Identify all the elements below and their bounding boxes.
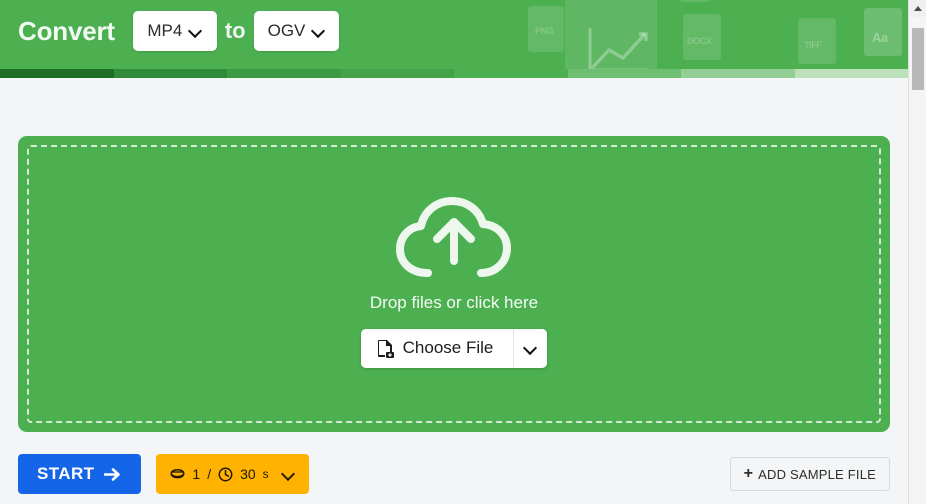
dropzone-message: Drop files or click here [369,292,539,312]
step-segment [567,69,681,78]
step-segment [681,69,795,78]
file-drop-card: Drop files or click here Choose File [18,136,890,432]
target-format-label: OGV [267,21,306,40]
duration-value: 30 [240,466,256,482]
start-button-label: START [37,464,95,483]
cloud-upload-icon [396,196,511,277]
source-format-select[interactable]: MP4 [132,11,217,51]
choose-file-label: Choose File [402,338,494,357]
source-format-label: MP4 [147,21,183,40]
action-bar: START 1 / 30 s + ADD SAMPLE FILE [18,454,890,494]
credits-separator: / [207,466,212,482]
app-viewport: PNG DOCX TIFF Aa Convert MP4 to OGV Drop… [0,0,926,504]
step-segment [454,69,568,78]
plus-icon: + [743,465,754,482]
step-progress-bar [0,69,908,78]
add-sample-file-label: ADD SAMPLE FILE [758,466,876,482]
credits-and-duration-button[interactable]: 1 / 30 s [156,454,309,494]
start-button[interactable]: START [18,454,142,494]
header-controls: Convert MP4 to OGV [0,0,908,62]
file-add-icon [377,339,394,358]
file-dropzone[interactable]: Drop files or click here Choose File [27,145,881,423]
choose-file-group: Choose File [360,328,548,368]
main-content: Drop files or click here Choose File STA… [0,136,908,494]
step-segment [0,69,114,78]
vertical-scrollbar[interactable] [908,0,926,504]
add-sample-file-button[interactable]: + ADD SAMPLE FILE [729,457,890,491]
to-label: to [224,18,246,43]
choose-file-dropdown-toggle[interactable] [513,328,548,368]
triangle-up-icon[interactable] [909,0,926,17]
coin-icon [170,468,185,478]
convert-title: Convert [18,15,115,46]
chevron-down-icon [524,342,537,355]
step-segment [340,69,454,78]
app-header: PNG DOCX TIFF Aa Convert MP4 to OGV [0,0,908,78]
arrow-right-icon [104,467,121,481]
credits-count: 1 [192,466,201,482]
chevron-down-icon [282,468,295,481]
step-segment [794,69,908,78]
scrollbar-thumb[interactable] [912,28,924,90]
duration-unit: s [262,467,269,481]
chevron-down-icon [312,25,325,38]
page-content: PNG DOCX TIFF Aa Convert MP4 to OGV Drop… [0,0,908,504]
step-segment [113,69,227,78]
clock-icon [218,467,233,481]
target-format-select[interactable]: OGV [253,11,340,51]
chevron-down-icon [189,25,202,38]
step-segment [227,69,341,78]
choose-file-button[interactable]: Choose File [360,328,514,368]
scrollbar-track[interactable] [909,17,926,504]
